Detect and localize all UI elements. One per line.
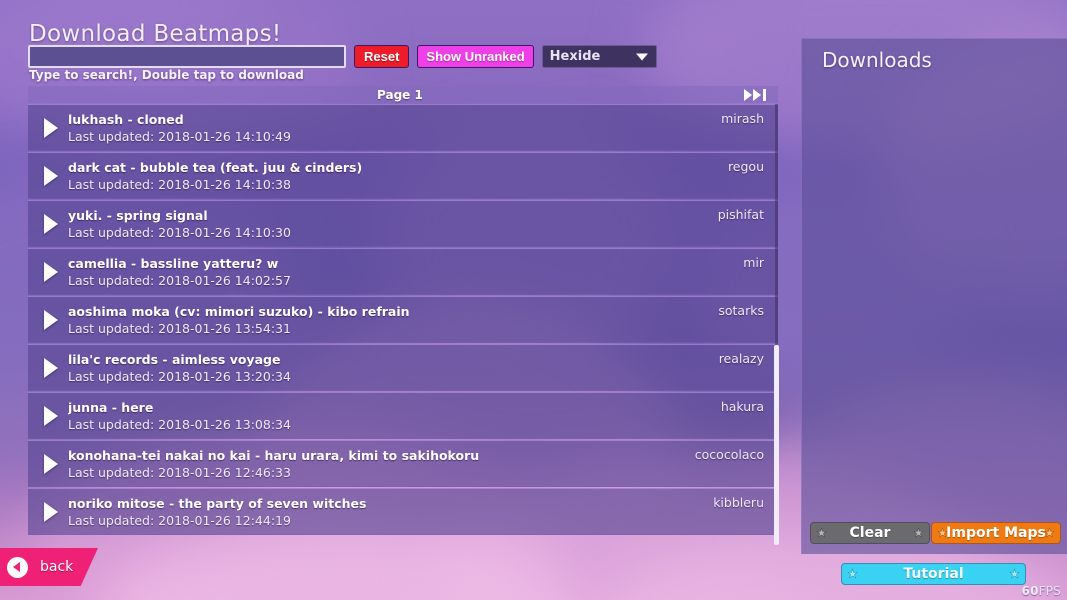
beatmap-row-texts: junna - here Last updated: 2018-01-26 13:… xyxy=(68,400,721,432)
beatmap-row-texts: dark cat - bubble tea (feat. juu & cinde… xyxy=(68,160,728,192)
beatmap-mapper: cococolaco xyxy=(694,447,764,462)
beatmap-title: aoshima moka (cv: mimori suzuko) - kibo … xyxy=(68,303,410,319)
beatmap-title: noriko mitose - the party of seven witch… xyxy=(68,495,367,511)
beatmap-mapper: mir xyxy=(743,255,764,270)
beatmap-mapper: kibbleru xyxy=(713,495,764,510)
star-icon xyxy=(1044,527,1055,538)
beatmap-mapper: realazy xyxy=(718,351,764,366)
beatmap-row[interactable]: noriko mitose - the party of seven witch… xyxy=(28,488,778,535)
beatmap-row[interactable]: lila'c records - aimless voyage Last upda… xyxy=(28,344,778,391)
downloads-list[interactable] xyxy=(812,84,1057,494)
pagination-bar: Page 1 xyxy=(28,86,778,103)
beatmap-last-updated: Last updated: 2018-01-26 14:02:57 xyxy=(68,272,291,288)
beatmap-title: yuki. - spring signal xyxy=(68,207,208,223)
beatmap-title: junna - here xyxy=(68,399,154,415)
star-icon xyxy=(937,527,948,538)
beatmap-row[interactable]: lukhash - cloned Last updated: 2018-01-26… xyxy=(28,104,778,151)
source-dropdown[interactable]: Hexide xyxy=(541,45,657,68)
fps-value: 60 xyxy=(1021,584,1039,598)
beatmap-row-texts: lila'c records - aimless voyage Last upda… xyxy=(68,352,719,384)
tutorial-button-label: Tutorial xyxy=(903,566,964,582)
beatmap-title: dark cat - bubble tea (feat. juu & cinde… xyxy=(68,159,363,175)
clear-button[interactable]: Clear xyxy=(810,522,930,544)
star-icon xyxy=(816,527,827,538)
play-icon xyxy=(44,357,58,378)
downloads-panel: Downloads Clear Import Maps xyxy=(801,38,1067,554)
skip-forward-icon xyxy=(753,88,761,101)
beatmap-row-texts: noriko mitose - the party of seven witch… xyxy=(68,496,713,528)
beatmap-row[interactable]: junna - here Last updated: 2018-01-26 13:… xyxy=(28,392,778,439)
back-button[interactable]: back xyxy=(0,548,98,586)
beatmap-row-texts: yuki. - spring signal Last updated: 2018-… xyxy=(68,208,718,240)
star-icon xyxy=(1009,568,1020,579)
play-icon xyxy=(44,165,58,186)
game-screen: Download Beatmaps! Reset Show Unranked H… xyxy=(0,0,1067,600)
beatmap-last-updated: Last updated: 2018-01-26 12:44:19 xyxy=(68,512,291,528)
downloads-title: Downloads xyxy=(822,48,932,72)
beatmap-row-texts: aoshima moka (cv: mimori suzuko) - kibo … xyxy=(68,304,718,336)
beatmap-mapper: pishifat xyxy=(717,207,764,222)
beatmap-row[interactable]: yuki. - spring signal Last updated: 2018-… xyxy=(28,200,778,247)
fps-unit: FPS xyxy=(1038,584,1061,598)
star-icon xyxy=(913,527,924,538)
beatmap-row-texts: camellia - bassline yatteru? w Last updat… xyxy=(68,256,743,288)
play-icon xyxy=(44,453,58,474)
play-icon xyxy=(44,213,58,234)
play-icon xyxy=(44,261,58,282)
beatmap-last-updated: Last updated: 2018-01-26 14:10:30 xyxy=(68,224,291,240)
beatmap-mapper: mirash xyxy=(721,111,764,126)
list-scrollbar-thumb[interactable] xyxy=(774,345,779,545)
beatmap-mapper: regou xyxy=(727,159,764,174)
page-title: Download Beatmaps! xyxy=(29,21,282,47)
play-icon xyxy=(44,117,58,138)
back-button-label: back xyxy=(40,559,74,575)
beatmap-last-updated: Last updated: 2018-01-26 13:08:34 xyxy=(68,416,291,432)
beatmap-last-updated: Last updated: 2018-01-26 12:46:33 xyxy=(68,464,291,480)
beatmap-title: konohana-tei nakai no kai - haru urara, … xyxy=(68,447,480,463)
beatmap-last-updated: Last updated: 2018-01-26 13:54:31 xyxy=(68,320,291,336)
clear-button-label: Clear xyxy=(849,525,891,541)
import-maps-button[interactable]: Import Maps xyxy=(931,522,1061,544)
beatmap-mapper: sotarks xyxy=(718,303,764,318)
beatmap-title: lukhash - cloned xyxy=(68,111,184,127)
next-page-button[interactable] xyxy=(744,88,766,101)
beatmap-row-texts: lukhash - cloned Last updated: 2018-01-26… xyxy=(68,112,721,144)
beatmap-mapper: hakura xyxy=(720,399,764,414)
search-input[interactable] xyxy=(28,45,346,68)
beatmap-row[interactable]: dark cat - bubble tea (feat. juu & cinde… xyxy=(28,152,778,199)
tutorial-button[interactable]: Tutorial xyxy=(841,563,1026,585)
beatmap-last-updated: Last updated: 2018-01-26 13:20:34 xyxy=(68,368,291,384)
beatmap-last-updated: Last updated: 2018-01-26 14:10:38 xyxy=(68,176,291,192)
page-number-label: Page 1 xyxy=(377,87,423,102)
beatmap-title: lila'c records - aimless voyage xyxy=(68,351,281,367)
beatmap-row-texts: konohana-tei nakai no kai - haru urara, … xyxy=(68,448,695,480)
fps-counter: 60FPS xyxy=(1022,584,1061,598)
star-icon xyxy=(847,568,858,579)
skip-forward-icon xyxy=(744,88,752,101)
beatmap-row[interactable]: camellia - bassline yatteru? w Last updat… xyxy=(28,248,778,295)
arrow-left-icon xyxy=(7,556,28,578)
beatmap-row[interactable]: konohana-tei nakai no kai - haru urara, … xyxy=(28,440,778,487)
play-icon xyxy=(44,405,58,426)
show-unranked-button[interactable]: Show Unranked xyxy=(417,45,534,68)
search-toolbar: Reset Show Unranked Hexide xyxy=(28,45,657,68)
play-icon xyxy=(44,309,58,330)
import-maps-button-label: Import Maps xyxy=(946,525,1046,541)
skip-forward-icon xyxy=(763,88,766,101)
play-icon xyxy=(44,501,58,522)
beatmap-title: camellia - bassline yatteru? w xyxy=(68,255,279,271)
beatmap-last-updated: Last updated: 2018-01-26 14:10:49 xyxy=(68,128,291,144)
reset-button[interactable]: Reset xyxy=(354,45,410,68)
beatmap-list[interactable]: lukhash - cloned Last updated: 2018-01-26… xyxy=(28,104,778,538)
search-hint: Type to search!, Double tap to download xyxy=(29,68,304,82)
beatmap-row[interactable]: aoshima moka (cv: mimori suzuko) - kibo … xyxy=(28,296,778,343)
chevron-down-icon xyxy=(635,53,648,60)
source-dropdown-value: Hexide xyxy=(549,49,601,64)
